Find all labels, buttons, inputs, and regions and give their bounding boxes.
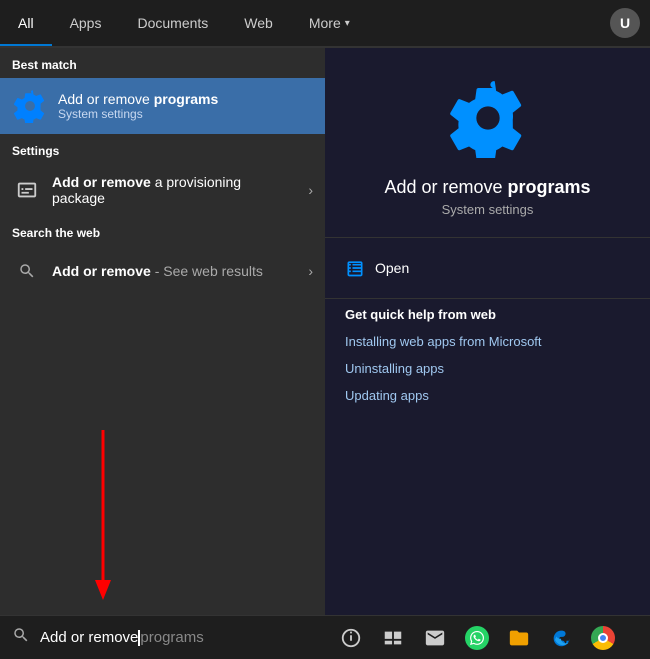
best-match-title: Add or remove programs [58, 91, 218, 107]
taskbar [325, 615, 650, 659]
search-bar-icon [12, 626, 30, 649]
taskbar-chrome-icon[interactable] [585, 620, 621, 656]
big-gear-icon [448, 78, 528, 177]
settings-item[interactable]: Add or remove a provisioningpackage › [0, 164, 325, 216]
taskbar-search-icon[interactable] [333, 620, 369, 656]
right-panel-title: Add or remove programs [384, 177, 590, 198]
nav-item-more[interactable]: More ▾ [291, 0, 368, 46]
nav-web-label: Web [244, 15, 273, 31]
open-label: Open [375, 260, 409, 276]
nav-documents-label: Documents [137, 15, 208, 31]
nav-item-web[interactable]: Web [226, 0, 291, 46]
taskbar-edge-icon[interactable] [543, 620, 579, 656]
chevron-down-icon: ▾ [345, 18, 350, 29]
best-match-text: Add or remove programs System settings [58, 91, 218, 121]
search-web-header: Search the web [0, 216, 325, 246]
open-icon [345, 258, 365, 278]
settings-item-label: Add or remove a provisioningpackage [52, 174, 308, 206]
taskbar-file-explorer-icon[interactable] [501, 620, 537, 656]
quick-help-header: Get quick help from web [325, 299, 650, 328]
right-panel-subtitle: System settings [442, 202, 534, 217]
best-match-item[interactable]: Add or remove programs System settings [0, 78, 325, 134]
arrow-right-icon: › [308, 182, 313, 198]
gear-icon-large [12, 88, 48, 124]
search-web-item[interactable]: Add or remove - See web results › [0, 246, 325, 296]
open-button[interactable]: Open [345, 248, 630, 288]
nav-item-all[interactable]: All [0, 0, 52, 46]
nav-item-documents[interactable]: Documents [119, 0, 226, 46]
search-bar[interactable]: Add or remove programs [0, 615, 325, 659]
nav-more-label: More [309, 15, 341, 31]
search-bar-text: Add or remove programs [40, 629, 204, 646]
right-top-section: Add or remove programs System settings [325, 48, 650, 237]
nav-all-label: All [18, 15, 34, 31]
user-avatar[interactable]: U [610, 8, 640, 38]
left-panel: Best match Add or remove programs System… [0, 48, 325, 615]
nav-item-apps[interactable]: Apps [52, 0, 120, 46]
search-typed-text: Add or remove [40, 629, 138, 646]
search-web-label: Add or remove - See web results [52, 263, 308, 279]
taskbar-mail-icon[interactable] [417, 620, 453, 656]
right-actions: Open [325, 238, 650, 298]
taskbar-task-view-icon[interactable] [375, 620, 411, 656]
best-match-header: Best match [0, 48, 325, 78]
best-match-subtitle: System settings [58, 107, 218, 121]
provisioning-icon [12, 175, 42, 205]
quick-help-item-0[interactable]: Installing web apps from Microsoft [325, 328, 650, 355]
settings-section-header: Settings [0, 134, 325, 164]
search-placeholder-text: programs [140, 629, 203, 646]
nav-apps-label: Apps [70, 15, 102, 31]
taskbar-whatsapp-icon[interactable] [459, 620, 495, 656]
web-arrow-right-icon: › [308, 263, 313, 279]
search-icon [12, 256, 42, 286]
main-content: Best match Add or remove programs System… [0, 48, 650, 615]
right-panel: Add or remove programs System settings O… [325, 48, 650, 615]
top-nav: All Apps Documents Web More ▾ U [0, 0, 650, 48]
quick-help-item-1[interactable]: Uninstalling apps [325, 355, 650, 382]
quick-help-item-2[interactable]: Updating apps [325, 382, 650, 409]
